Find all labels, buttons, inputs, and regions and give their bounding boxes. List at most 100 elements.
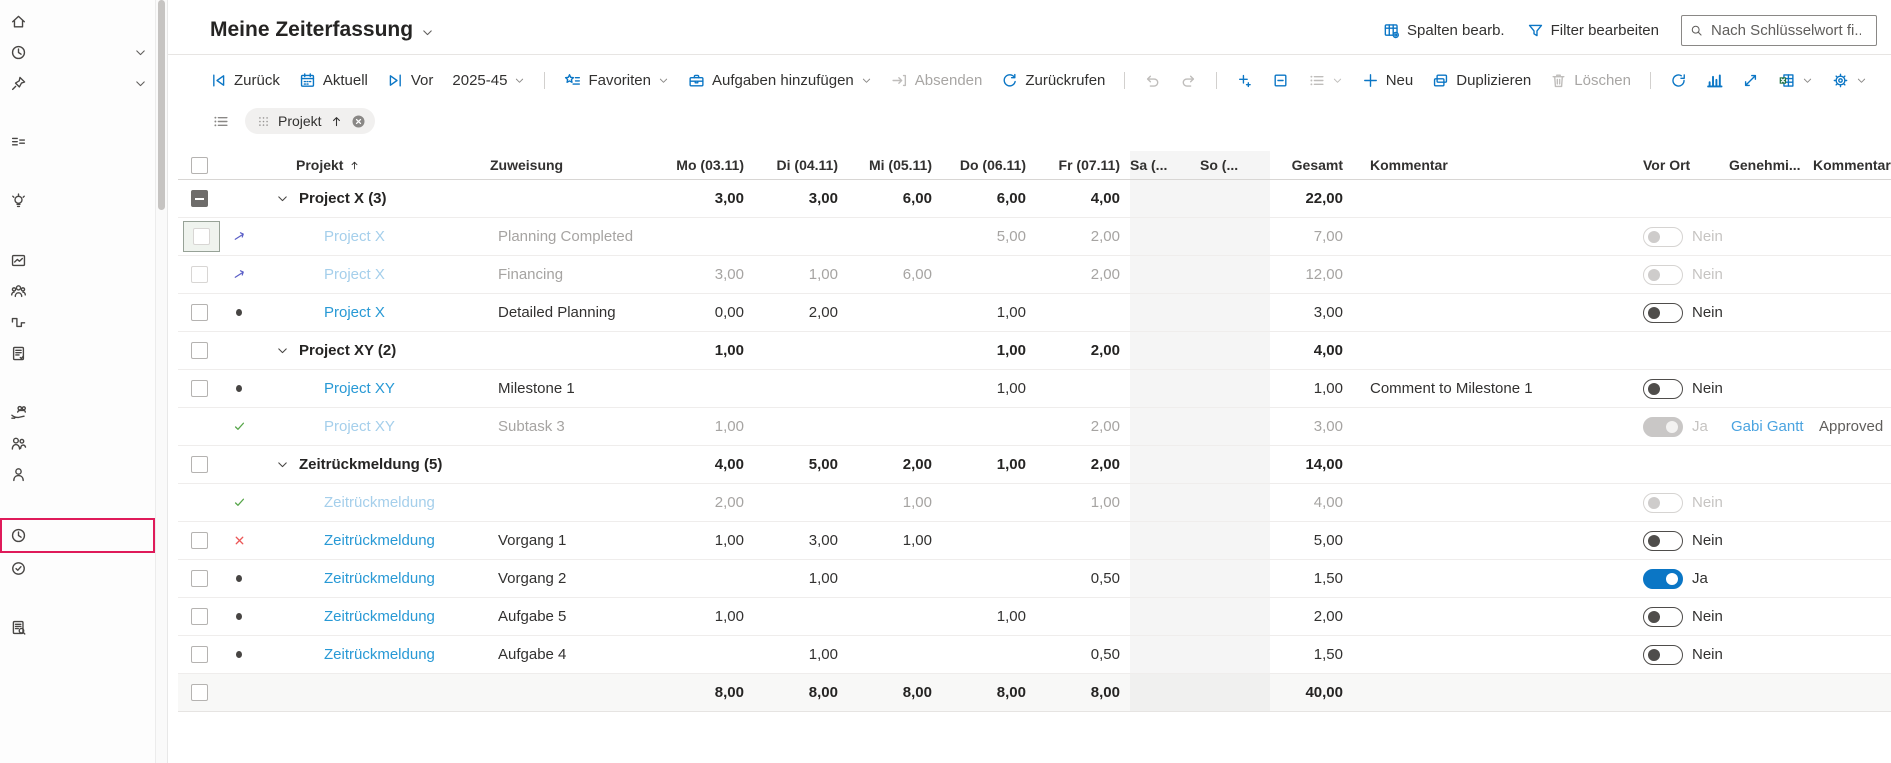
col-14[interactable]: Genehmi... <box>1729 151 1813 179</box>
kommentar-cell[interactable] <box>1353 180 1641 217</box>
hours-cell-so[interactable] <box>1200 332 1270 369</box>
hours-cell-so[interactable] <box>1200 674 1270 711</box>
current-button[interactable]: Aktuell <box>299 72 368 89</box>
select-all-checkbox[interactable] <box>191 157 208 174</box>
hours-cell[interactable] <box>660 636 754 673</box>
hours-cell[interactable] <box>1036 294 1130 331</box>
hours-cell-sa[interactable] <box>1130 560 1200 597</box>
hours-cell-sa[interactable] <box>1130 256 1200 293</box>
hours-cell[interactable]: 1,00 <box>660 332 754 369</box>
col-7[interactable]: Do (06.11) <box>942 151 1036 179</box>
kommentar-cell[interactable] <box>1353 674 1641 711</box>
group-label[interactable]: Zeitrückmeldung (5) <box>299 456 442 473</box>
project-link[interactable]: Zeitrückmeldung <box>256 608 435 625</box>
hours-cell-so[interactable] <box>1200 408 1270 445</box>
hours-cell[interactable]: 3,00 <box>660 256 754 293</box>
hours-cell-sa[interactable] <box>1130 636 1200 673</box>
refresh-button[interactable] <box>1670 72 1687 89</box>
hours-cell[interactable] <box>754 408 848 445</box>
project-link[interactable]: Project X <box>256 266 385 283</box>
hours-cell[interactable]: 1,00 <box>942 294 1036 331</box>
hours-cell-sa[interactable] <box>1130 180 1200 217</box>
period-select[interactable]: 2025-45 <box>452 72 525 89</box>
forward-button[interactable]: Vor <box>387 72 434 89</box>
hours-cell[interactable]: 0,50 <box>1036 560 1130 597</box>
hours-cell[interactable] <box>660 370 754 407</box>
hours-cell[interactable]: 8,00 <box>754 674 848 711</box>
hours-cell-sa[interactable] <box>1130 332 1200 369</box>
redo-button[interactable] <box>1180 72 1197 89</box>
hours-cell-so[interactable] <box>1200 180 1270 217</box>
col-3[interactable]: Zuweisung <box>490 151 660 179</box>
hours-cell[interactable] <box>1036 598 1130 635</box>
hours-cell-so[interactable] <box>1200 522 1270 559</box>
hours-cell[interactable]: 2,00 <box>660 484 754 521</box>
hours-cell-sa[interactable] <box>1130 484 1200 521</box>
hours-cell[interactable]: 2,00 <box>848 446 942 483</box>
hours-cell[interactable]: 1,00 <box>942 598 1036 635</box>
hours-cell[interactable] <box>1036 370 1130 407</box>
kommentar-cell[interactable] <box>1353 446 1641 483</box>
hours-cell-sa[interactable] <box>1130 446 1200 483</box>
filter-chip-projekt[interactable]: Projekt <box>245 108 375 134</box>
hours-cell-sa[interactable] <box>1130 598 1200 635</box>
sidebar-item-ressourcenplaene[interactable] <box>0 397 155 428</box>
kommentar-cell[interactable] <box>1353 256 1641 293</box>
kommentar-cell[interactable]: Comment to Milestone 1 <box>1353 370 1641 407</box>
sidebar-item-programme[interactable] <box>0 276 155 307</box>
sidebar-item-genehmigungen[interactable] <box>0 553 155 584</box>
sidebar-item-projekte[interactable] <box>0 307 155 338</box>
hours-cell[interactable] <box>660 218 754 255</box>
row-checkbox[interactable] <box>191 684 208 701</box>
hours-cell[interactable] <box>848 332 942 369</box>
hours-cell-so[interactable] <box>1200 256 1270 293</box>
vor-ort-toggle[interactable] <box>1643 379 1683 399</box>
edit-filter-button[interactable]: Filter bearbeiten <box>1527 22 1659 39</box>
col-projekt[interactable]: Projekt <box>256 151 490 179</box>
vor-ort-toggle[interactable] <box>1643 569 1683 589</box>
hours-cell[interactable]: 8,00 <box>848 674 942 711</box>
hours-cell-so[interactable] <box>1200 598 1270 635</box>
hours-cell[interactable]: 2,00 <box>1036 218 1130 255</box>
kommentar-cell[interactable] <box>1353 560 1641 597</box>
hours-cell-so[interactable] <box>1200 636 1270 673</box>
hours-cell[interactable]: 0,50 <box>1036 636 1130 673</box>
hours-cell[interactable]: 1,00 <box>942 446 1036 483</box>
hours-cell[interactable] <box>754 332 848 369</box>
project-link[interactable]: Zeitrückmeldung <box>256 494 435 511</box>
col-15[interactable]: Kommentar de <box>1813 151 1891 179</box>
sidebar-item-kontakte[interactable] <box>0 459 155 490</box>
hours-cell[interactable]: 1,00 <box>660 408 754 445</box>
hours-cell[interactable] <box>848 408 942 445</box>
hours-cell[interactable]: 6,00 <box>848 180 942 217</box>
project-link[interactable]: Project X <box>256 228 385 245</box>
hours-cell[interactable] <box>848 636 942 673</box>
kommentar-cell[interactable] <box>1353 598 1641 635</box>
hours-cell[interactable] <box>660 560 754 597</box>
hours-cell[interactable] <box>848 370 942 407</box>
hours-cell[interactable] <box>942 636 1036 673</box>
sidebar-item-massnahmen[interactable] <box>0 338 155 369</box>
settings-button[interactable] <box>1832 72 1867 89</box>
hours-cell[interactable]: 2,00 <box>1036 332 1130 369</box>
add-tasks-button[interactable]: Aufgaben hinzufügen <box>688 72 872 89</box>
hours-cell[interactable]: 5,00 <box>942 218 1036 255</box>
hours-cell-so[interactable] <box>1200 446 1270 483</box>
hours-cell[interactable]: 2,00 <box>1036 446 1130 483</box>
favorites-button[interactable]: Favoriten <box>564 72 669 89</box>
vor-ort-toggle[interactable] <box>1643 531 1683 551</box>
list-options-button[interactable] <box>1308 72 1343 89</box>
row-checkbox[interactable] <box>191 266 208 283</box>
hours-cell[interactable] <box>942 256 1036 293</box>
sidebar-scrollbar[interactable] <box>156 0 168 763</box>
hours-cell[interactable] <box>848 294 942 331</box>
hours-cell[interactable]: 6,00 <box>942 180 1036 217</box>
title-chevron-down-icon[interactable] <box>421 26 434 39</box>
hours-cell[interactable]: 3,00 <box>754 522 848 559</box>
row-checkbox[interactable] <box>191 456 208 473</box>
insert-row-button[interactable] <box>1236 72 1253 89</box>
project-link[interactable]: Project XY <box>256 380 395 397</box>
keyword-search-input[interactable] <box>1711 22 1861 39</box>
undo-button[interactable] <box>1144 72 1161 89</box>
hours-cell[interactable]: 1,00 <box>942 332 1036 369</box>
